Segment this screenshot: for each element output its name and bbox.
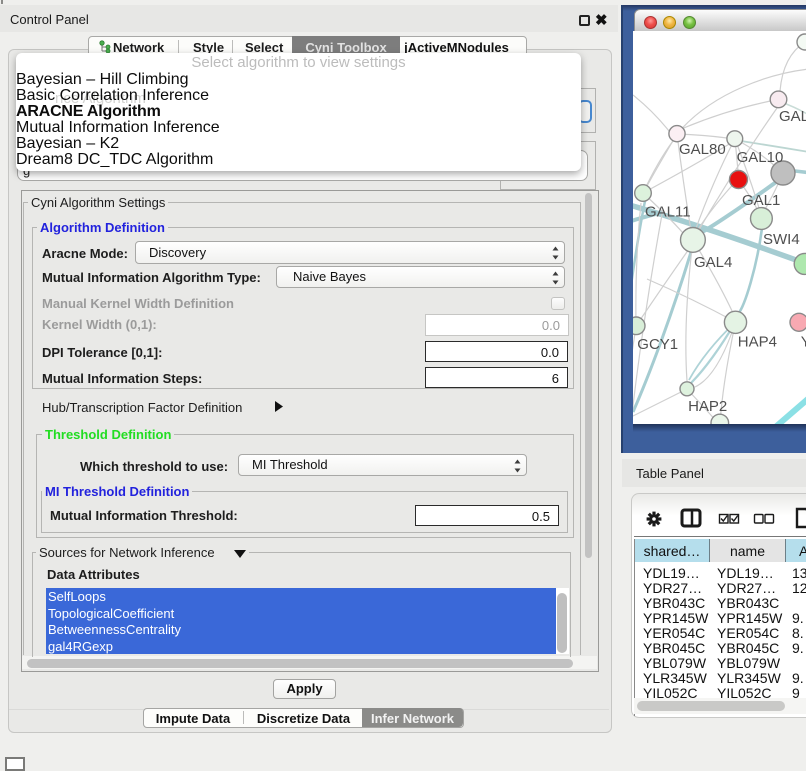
svg-text:GAL11: GAL11 — [645, 203, 691, 220]
svg-text:Y: Y — [801, 334, 806, 351]
svg-text:HAP4: HAP4 — [738, 334, 777, 351]
svg-text:HAP2: HAP2 — [688, 398, 727, 415]
svg-text:GAL1: GAL1 — [742, 192, 780, 209]
svg-text:SWI4: SWI4 — [763, 231, 800, 248]
svg-text:GAL: GAL — [779, 108, 806, 125]
svg-text:GAL80: GAL80 — [679, 141, 726, 158]
svg-text:GAL4: GAL4 — [694, 254, 732, 271]
svg-text:GCY1: GCY1 — [637, 336, 678, 353]
svg-text:GAL10: GAL10 — [737, 149, 784, 166]
